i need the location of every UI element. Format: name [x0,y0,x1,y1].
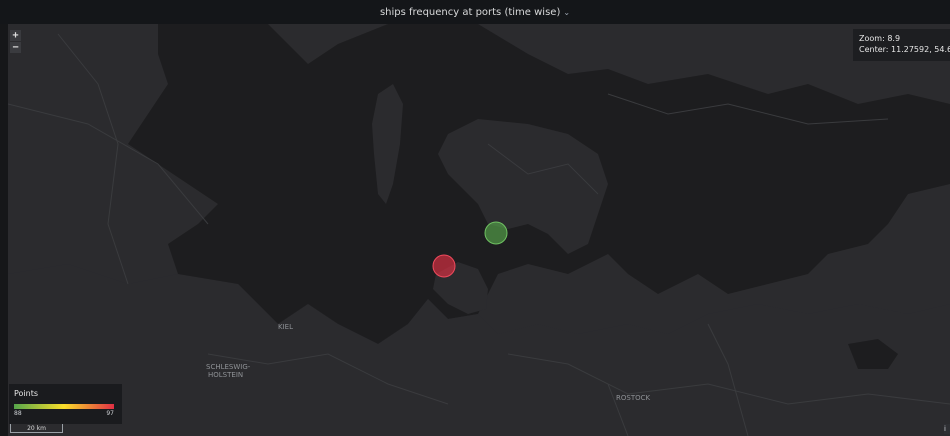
zoom-in-button[interactable]: + [10,30,21,41]
center-readout: Center: 11.27592, 54.64546 [859,44,950,55]
zoom-out-button[interactable]: − [10,42,21,53]
points-legend: Points 88 97 [9,384,122,424]
map-panel: ships frequency at ports (time wise) ⌄ K… [0,0,950,436]
zoom-value: 8.9 [887,34,901,43]
center-value: 11.27592, 54.64546 [891,45,950,54]
legend-scale: 88 97 [14,410,114,417]
zoom-readout: Zoom: 8.9 [859,33,950,44]
map-point-red[interactable] [432,254,456,278]
chevron-down-icon[interactable]: ⌄ [563,8,570,17]
legend-max: 97 [106,410,114,417]
place-label-rostock: ROSTOCK [616,394,650,402]
legend-min: 88 [14,410,22,417]
place-label-kiel: KIEL [278,323,293,331]
map-point-green[interactable] [484,221,508,245]
legend-gradient [14,404,114,409]
scale-bar: 20 km [10,424,63,433]
zoom-label: Zoom: [859,34,885,43]
zoom-controls: + − [10,30,21,53]
panel-title[interactable]: ships frequency at ports (time wise) [380,7,560,18]
center-label: Center: [859,45,889,54]
place-label-schleswig: SCHLESWIG- [206,363,251,371]
map-debug-info: Zoom: 8.9 Center: 11.27592, 54.64546 [853,29,950,61]
attribution-button[interactable]: i [944,424,950,434]
legend-title: Points [14,389,39,398]
place-label-holstein: HOLSTEIN [208,371,243,379]
map-view[interactable]: KIEL SCHLESWIG- HOLSTEIN ROSTOCK [8,24,950,436]
map-canvas[interactable]: KIEL SCHLESWIG- HOLSTEIN ROSTOCK [8,24,950,436]
panel-header[interactable]: ships frequency at ports (time wise) ⌄ [0,0,950,24]
